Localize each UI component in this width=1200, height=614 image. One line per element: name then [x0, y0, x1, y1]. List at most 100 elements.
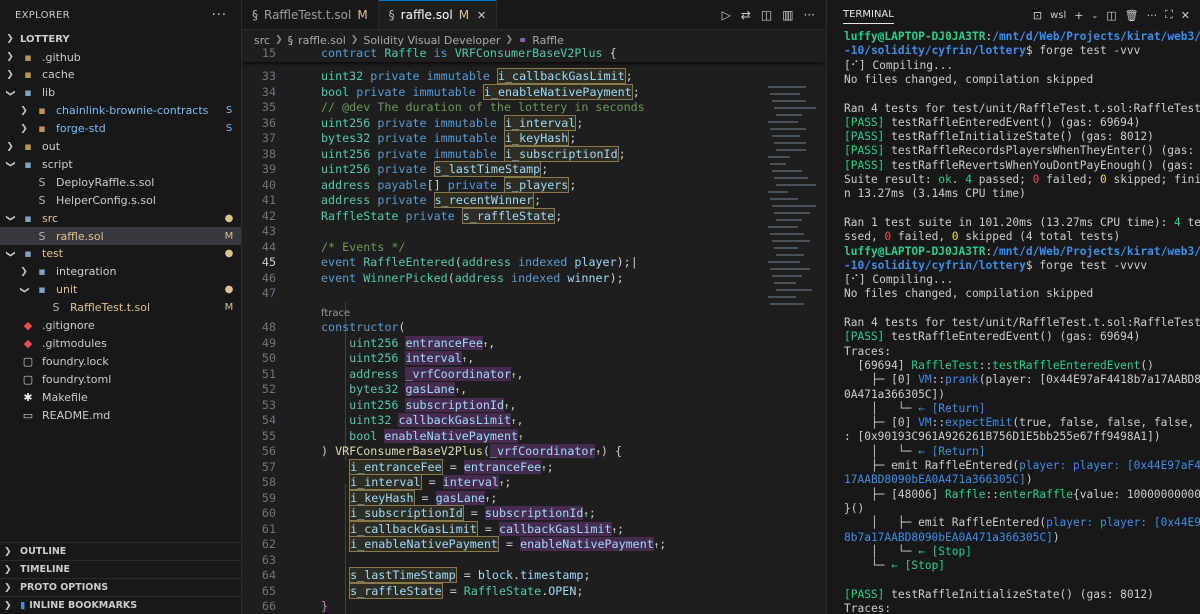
codelens-ftrace[interactable]: ftrace	[321, 308, 350, 319]
tree-item-label: DeployRaffle.s.sol	[56, 175, 155, 189]
code-line: 53 uint256 subscriptionId↑,	[261, 397, 517, 412]
tree-folder-forge-std[interactable]: ❯ ▪ forge-std S	[0, 120, 241, 138]
minimap-line	[772, 240, 810, 242]
chevron-right-icon: ❯	[4, 564, 12, 575]
git-status-badge: M	[224, 302, 234, 314]
file-icon: ▢	[22, 372, 34, 386]
minimap-line	[774, 212, 810, 214]
explorer-root-folder[interactable]: ❯ LOTTERY	[0, 30, 241, 48]
tree-item-label: unit	[56, 283, 78, 297]
terminal-line: Traces:	[844, 602, 892, 614]
tree-item-label: integration	[56, 265, 117, 279]
tree-file-gitignore[interactable]: ◆ .gitignore	[0, 317, 241, 335]
section-label: INLINE BOOKMARKS	[29, 600, 138, 611]
code-line: 63	[261, 552, 276, 567]
new-terminal-icon[interactable]: +	[1074, 9, 1083, 22]
tree-folder-chainlink-brownie-contracts[interactable]: ❯ ▪ chainlink-brownie-contracts S	[0, 102, 241, 120]
tree-folder-unit[interactable]: ❯ ▪ unit ●	[0, 281, 241, 299]
folder-icon: ▪	[24, 247, 32, 261]
chevron-right-icon: ❯	[4, 546, 12, 557]
chevron-right-icon: ❯	[6, 141, 14, 152]
terminal-line: Traces:	[844, 344, 892, 358]
split-terminal-icon[interactable]: ◫	[1106, 9, 1116, 22]
tab-raffle[interactable]: § raffle.sol M ✕	[378, 0, 498, 29]
tree-file-makefile[interactable]: ✱ Makefile	[0, 388, 241, 406]
file-icon: ▢	[22, 354, 34, 368]
git-status-badge: ●	[224, 284, 234, 296]
terminal-line: [⠊] Compiling...	[844, 58, 954, 72]
tree-file-foundry-toml[interactable]: ▢ foundry.toml	[0, 370, 241, 388]
breadcrumb-item-file[interactable]: raffle.sol	[298, 34, 346, 47]
tree-file-readme-md[interactable]: ▭ README.md	[0, 406, 241, 424]
maximize-icon[interactable]: ⛶	[1165, 8, 1173, 22]
tree-folder-github[interactable]: ❯ ▪ .github	[0, 48, 241, 66]
sticky-scroll-header[interactable]: 15 contract Raffle is VRFConsumerBaseV2Pl…	[242, 46, 825, 62]
tree-folder-cache[interactable]: ❯ ▪ cache	[0, 66, 241, 84]
terminal-line: Suite result: ok. 4 passed; 0 failed; 0 …	[844, 173, 1200, 186]
minimap-line	[768, 296, 796, 298]
minimap[interactable]	[762, 46, 822, 614]
code-line: 56) VRFConsumerBaseV2Plus(_vrfCoordinato…	[261, 444, 623, 458]
terminal-shell-name[interactable]: wsl	[1050, 10, 1066, 21]
tree-folder-script[interactable]: ❯ ▪ script	[0, 155, 241, 173]
section-label: PROTO OPTIONS	[20, 582, 109, 593]
chevron-right-icon: ❯	[275, 35, 283, 45]
terminal-line: n 13.27ms (3.14ms CPU time)	[844, 187, 1026, 201]
editor-tabs: § RaffleTest.t.sol M § raffle.sol M ✕ ▷ …	[242, 0, 825, 30]
tree-file-gitmodules[interactable]: ◆ .gitmodules	[0, 334, 241, 352]
folder-icon: ▪	[24, 86, 32, 100]
minimap-line	[776, 114, 802, 116]
tab-raffle-test[interactable]: § RaffleTest.t.sol M	[242, 0, 379, 29]
tree-file-deployraffle-s-sol[interactable]: S DeployRaffle.s.sol	[0, 173, 241, 191]
tree-file-helperconfig-s-sol[interactable]: S HelperConfig.s.sol	[0, 191, 241, 209]
code-line: 39 uint256 private s_lastTimeStamp;	[261, 161, 549, 177]
sidebar-section-outline[interactable]: ❯ OUTLINE	[0, 542, 241, 560]
folder-icon: ▪	[24, 50, 32, 64]
terminal-line: │ └─ ← [Stop]	[844, 544, 972, 558]
breadcrumb-item-extension[interactable]: Solidity Visual Developer	[363, 34, 500, 47]
close-icon[interactable]: ✕	[477, 9, 486, 22]
sidebar-section-proto-options[interactable]: ❯ PROTO OPTIONS	[0, 578, 241, 596]
tree-folder-out[interactable]: ❯ ▪ out	[0, 138, 241, 156]
code-line: 65 s_raffleState = RaffleState.OPEN;	[261, 582, 584, 599]
tree-file-foundry-lock[interactable]: ▢ foundry.lock	[0, 352, 241, 370]
code-line: 50 uint256 interval↑,	[261, 351, 475, 365]
folder-icon: ▪	[38, 104, 46, 118]
split-editor-icon[interactable]: ▥	[782, 8, 793, 22]
more-actions-icon[interactable]: ···	[804, 8, 815, 22]
minimap-line	[776, 289, 812, 291]
tree-item-label: raffle.sol	[56, 229, 104, 243]
minimap-line	[770, 128, 806, 130]
terminal-line: Ran 1 test suite in 101.20ms (13.27ms CP…	[844, 215, 1200, 229]
tree-folder-lib[interactable]: ❯ ▪ lib	[0, 84, 241, 102]
git-status-badge: S	[225, 123, 233, 135]
breadcrumb-item-src[interactable]: src	[254, 34, 270, 47]
breadcrumb-item-symbol[interactable]: Raffle	[532, 34, 564, 47]
tree-file-raffle-sol[interactable]: Sraffle.sol M	[0, 227, 241, 245]
tree-folder-integration[interactable]: ❯ ▪ integration	[0, 263, 241, 281]
minimap-line	[768, 86, 806, 88]
trash-icon[interactable]: 🗑	[1125, 9, 1139, 22]
chevron-right-icon: ❯	[20, 123, 28, 134]
folder-icon: ▪	[38, 283, 46, 297]
chevron-down-icon: ❯	[5, 250, 15, 258]
tab-label: raffle.sol	[400, 8, 453, 22]
terminal-tab[interactable]: TERMINAL	[843, 9, 894, 24]
tree-file-raffletest-t-sol[interactable]: S RaffleTest.t.sol M	[0, 299, 241, 317]
explorer-more-button[interactable]: ···	[212, 8, 227, 23]
tree-item-label: lib	[42, 86, 56, 100]
terminal-line: 17AABD8090bEA0A471a366305C])	[844, 473, 1033, 487]
chevron-down-icon[interactable]: ⌄	[1092, 11, 1099, 20]
compare-changes-icon[interactable]: ⇄	[741, 8, 751, 22]
code-line: 47	[261, 286, 276, 300]
sidebar-section-timeline[interactable]: ❯ TIMELINE	[0, 560, 241, 578]
code-editor[interactable]: 15 contract Raffle is VRFConsumerBaseV2Pl…	[242, 46, 825, 614]
terminal-line: [PASS] testRaffleRevertsWhenYouDontPayEn…	[844, 158, 1195, 172]
sidebar-section-inline-bookmarks[interactable]: ❯ ▮ INLINE BOOKMARKS	[0, 596, 241, 614]
tree-folder-test[interactable]: ❯ ▪ test ●	[0, 245, 241, 263]
close-icon[interactable]: ✕	[1181, 9, 1190, 22]
tree-folder-src[interactable]: ❯ ▪ src ●	[0, 209, 241, 227]
run-icon[interactable]: ▷	[722, 8, 731, 22]
more-actions-icon[interactable]: ···	[1147, 9, 1158, 22]
open-preview-icon[interactable]: ◫	[761, 8, 772, 22]
